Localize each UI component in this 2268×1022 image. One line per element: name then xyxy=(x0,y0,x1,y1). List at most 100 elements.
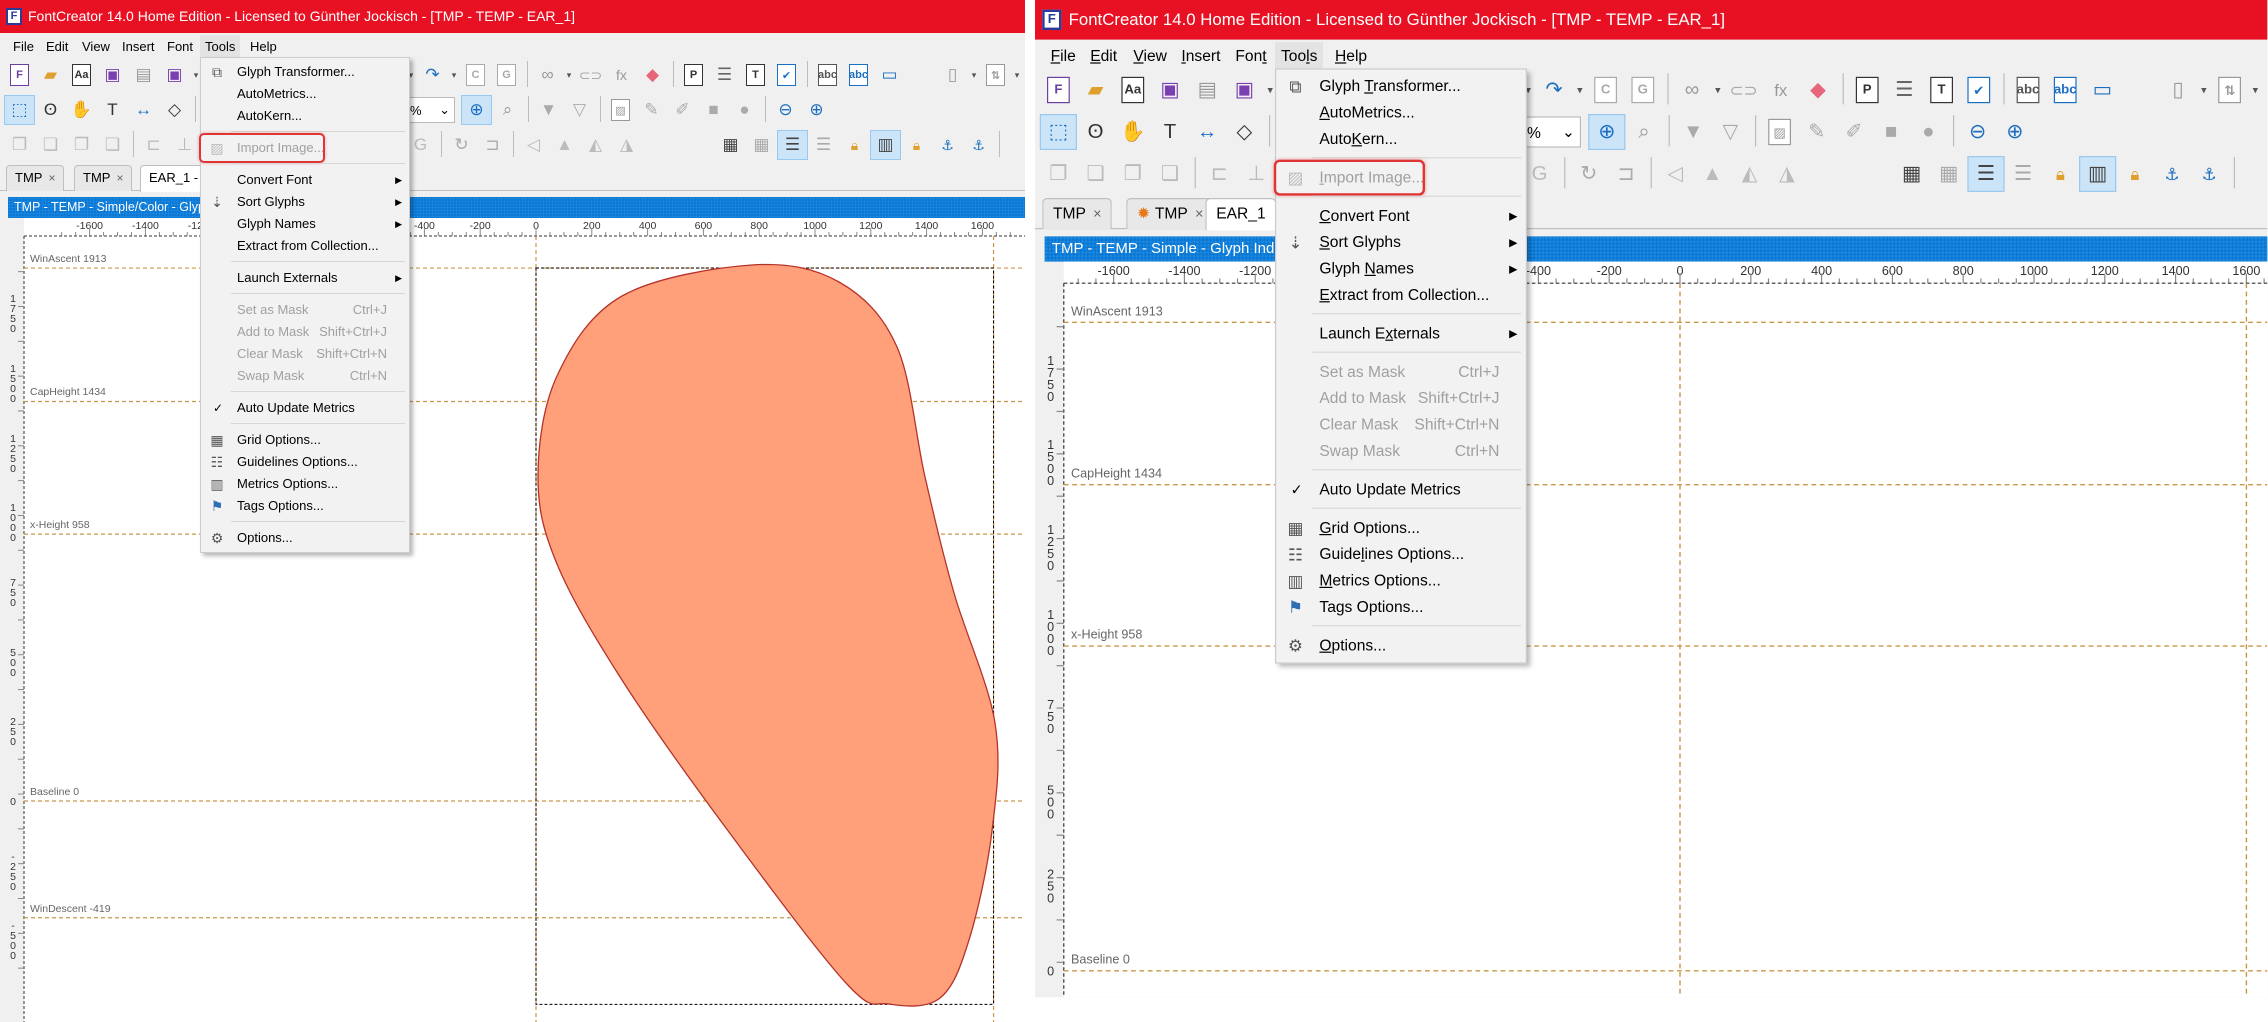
tab-close-button[interactable]: × xyxy=(1093,205,1101,222)
skew-left-icon[interactable]: ◭ xyxy=(580,130,611,160)
redo-icon[interactable]: ↷ xyxy=(1535,72,1572,108)
properties-icon[interactable]: P xyxy=(678,60,709,90)
fx-icon[interactable]: fx xyxy=(1762,72,1799,108)
eraser-icon[interactable]: ◆ xyxy=(637,60,668,90)
menu-tools[interactable]: Tools xyxy=(200,35,241,58)
new-font-icon[interactable]: F xyxy=(1040,72,1077,108)
transformer-icon[interactable]: T xyxy=(740,60,771,90)
abc-web-icon[interactable]: abc xyxy=(2047,72,2084,108)
export-icon[interactable]: ▭ xyxy=(874,60,905,90)
tab-tmp[interactable]: ✹ TMP × xyxy=(1126,198,1215,230)
clamp-icon[interactable]: ⊐ xyxy=(477,130,508,160)
menu-item-sort-glyphs[interactable]: ⇣ Sort Glyphs ▶ xyxy=(1276,229,1526,255)
menu-item-autokern[interactable]: AutoKern... xyxy=(201,105,409,127)
menu-item-metrics-options[interactable]: ▥ Metrics Options... xyxy=(201,473,409,495)
vguides-icon[interactable]: ▥ xyxy=(870,130,901,160)
add-composite-icon[interactable]: C xyxy=(460,60,491,90)
select-icon[interactable]: ⬚ xyxy=(1039,114,1077,150)
dropdown-arrow-icon[interactable]: ▾ xyxy=(2197,72,2211,108)
sort-icon[interactable]: ⇅ xyxy=(2211,72,2248,108)
dropdown-arrow-icon[interactable]: ▾ xyxy=(2248,72,2262,108)
menu-item-options[interactable]: ⚙ Options... xyxy=(1276,632,1526,658)
anchor-icon[interactable]: ⚓︎ xyxy=(932,130,963,160)
hguides-icon[interactable]: ☰ xyxy=(777,130,808,160)
circle-icon[interactable]: ● xyxy=(729,95,760,125)
save-icon[interactable]: ▣ xyxy=(1151,72,1188,108)
dropdown-arrow-icon[interactable]: ▾ xyxy=(1711,72,1725,108)
triangle-icon[interactable]: ▼ xyxy=(533,95,564,125)
dropdown-arrow-icon[interactable]: ▾ xyxy=(448,60,460,90)
copy-icon[interactable]: ❐ xyxy=(1040,156,1077,192)
zoom-combo[interactable]: % ⌄ xyxy=(1521,116,1581,148)
rectangle-icon[interactable]: ■ xyxy=(698,95,729,125)
align-left-icon[interactable]: ⊏ xyxy=(138,130,169,160)
vguides-lock-icon[interactable]: 🔒︎ xyxy=(2116,156,2153,192)
hguides-lock-icon[interactable]: 🔒︎ xyxy=(839,130,870,160)
forward-icon[interactable]: ⊕ xyxy=(801,95,832,125)
save-as-icon[interactable]: ▣ xyxy=(1226,72,1263,108)
menu-item-guidelines-options[interactable]: ☷ Guidelines Options... xyxy=(1276,541,1526,567)
flip-icon[interactable]: ▲ xyxy=(1694,156,1731,192)
menu-item-launch-externals[interactable]: Launch Externals ▶ xyxy=(1276,320,1526,346)
sort-icon[interactable]: ⇅ xyxy=(980,60,1011,90)
fit-icon[interactable]: ⊕ xyxy=(1588,114,1626,150)
tab-tmp[interactable]: TMP × xyxy=(6,165,65,191)
paste-icon[interactable]: ❐ xyxy=(1114,156,1151,192)
vguides-icon[interactable]: ▥ xyxy=(2079,156,2117,192)
menu-item-tags-options[interactable]: ⚑ Tags Options... xyxy=(201,495,409,517)
menu-item-glyph-names[interactable]: Glyph Names ▶ xyxy=(1276,256,1526,282)
skew-left-icon[interactable]: ◭ xyxy=(1731,156,1768,192)
image-icon[interactable]: ▨ xyxy=(605,95,636,125)
hand-icon[interactable]: ✋ xyxy=(1114,114,1151,150)
grid-undo-icon[interactable]: ▦ xyxy=(746,130,777,160)
save-all-icon[interactable]: ▤ xyxy=(128,60,159,90)
menu-help[interactable]: Help xyxy=(1329,42,1373,70)
hguides-undo-icon[interactable]: ☰ xyxy=(808,130,839,160)
hand-icon[interactable]: ✋ xyxy=(66,95,97,125)
menu-file[interactable]: File xyxy=(8,35,39,58)
grid-undo-icon[interactable]: ▦ xyxy=(1930,156,1967,192)
export-icon[interactable]: ▭ xyxy=(2084,72,2121,108)
paste-special-icon[interactable]: ❏ xyxy=(97,130,128,160)
back-icon[interactable]: ⊖ xyxy=(1959,114,1996,150)
image-icon[interactable]: ▨ xyxy=(1761,114,1798,150)
menu-item-glyph-names[interactable]: Glyph Names ▶ xyxy=(201,213,409,235)
open-font-collection-icon[interactable]: Aa xyxy=(66,60,97,90)
menu-view[interactable]: View xyxy=(1127,42,1173,70)
link-icon[interactable]: ∞ xyxy=(532,60,563,90)
grid-icon[interactable]: ▦ xyxy=(1893,156,1930,192)
abc-search-icon[interactable]: abc xyxy=(812,60,843,90)
menu-font[interactable]: Font xyxy=(162,35,198,58)
menu-item-tags-options[interactable]: ⚑ Tags Options... xyxy=(1276,594,1526,620)
anchor-icon[interactable]: ⚓︎ xyxy=(2153,156,2190,192)
add-glyph-icon[interactable]: G xyxy=(491,60,522,90)
rotate-icon[interactable]: ↻ xyxy=(1570,156,1607,192)
menu-item-extract-from-collection[interactable]: Extract from Collection... xyxy=(1276,282,1526,308)
align-center-icon[interactable]: ⊥ xyxy=(169,130,200,160)
grid-icon[interactable]: ▦ xyxy=(715,130,746,160)
anchor-lock-icon[interactable]: ⚓︎ xyxy=(2191,156,2228,192)
validate-icon[interactable]: ✔ xyxy=(1960,72,1997,108)
copy-points-icon[interactable]: ❏ xyxy=(35,130,66,160)
paste-icon[interactable]: ❐ xyxy=(66,130,97,160)
lasso-icon[interactable]: ʘ xyxy=(1077,114,1114,150)
menu-item-launch-externals[interactable]: Launch Externals ▶ xyxy=(201,267,409,289)
tab-close-button[interactable]: × xyxy=(1195,205,1203,222)
measure-icon[interactable]: ↔ xyxy=(1189,114,1226,150)
menu-item-options[interactable]: ⚙ Options... xyxy=(201,527,409,549)
abc-web-icon[interactable]: abc xyxy=(843,60,874,90)
menu-help[interactable]: Help xyxy=(245,35,282,58)
menu-edit[interactable]: Edit xyxy=(41,35,73,58)
add-glyph-icon[interactable]: G xyxy=(1624,72,1661,108)
forward-icon[interactable]: ⊕ xyxy=(1996,114,2033,150)
flip-left-icon[interactable]: ◁ xyxy=(518,130,549,160)
paste-special-icon[interactable]: ❏ xyxy=(1151,156,1188,192)
pencil-icon[interactable]: ✐ xyxy=(667,95,698,125)
hguides-undo-icon[interactable]: ☰ xyxy=(2005,156,2042,192)
fill-icon[interactable]: ◇ xyxy=(159,95,190,125)
menu-item-autometrics[interactable]: AutoMetrics... xyxy=(1276,100,1526,126)
page-icon[interactable]: ▯ xyxy=(937,60,968,90)
vguides-lock-icon[interactable]: 🔒︎ xyxy=(901,130,932,160)
menu-item-guidelines-options[interactable]: ☷ Guidelines Options... xyxy=(201,451,409,473)
brush-icon[interactable]: ✎ xyxy=(1798,114,1835,150)
